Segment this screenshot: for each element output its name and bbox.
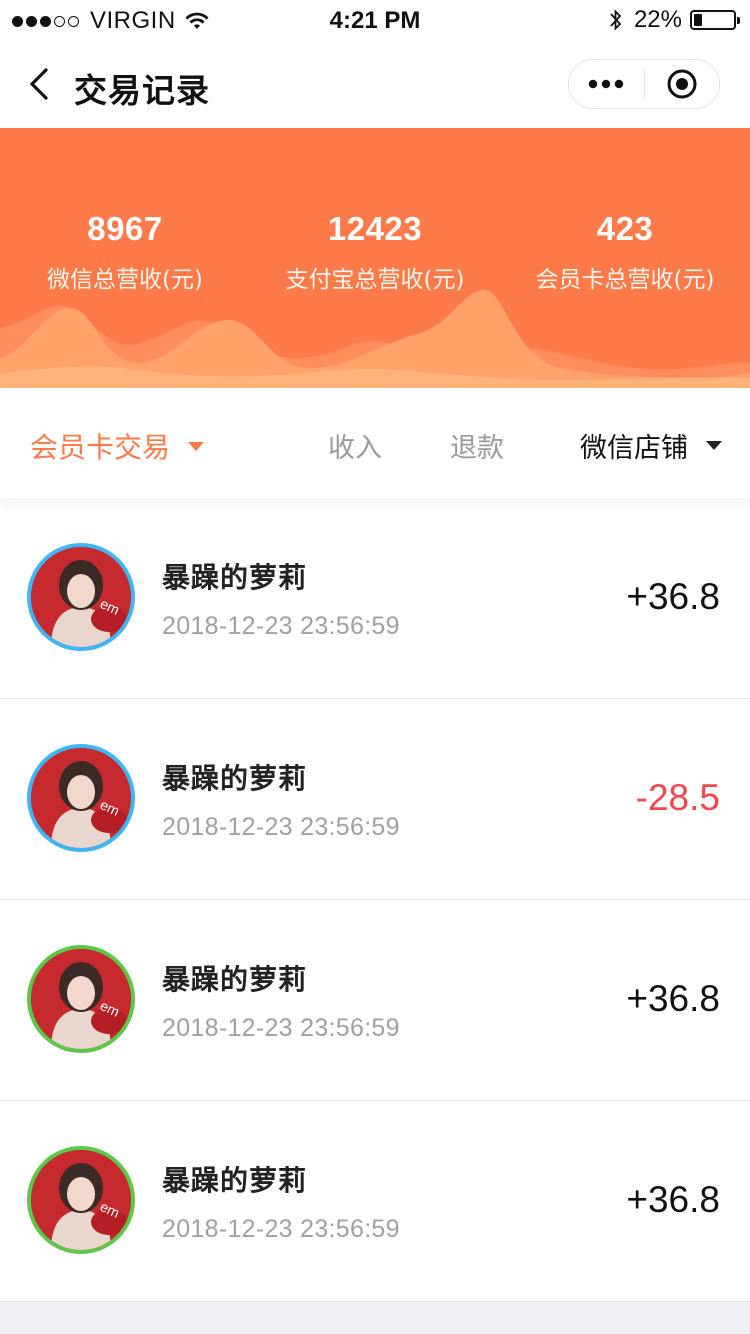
transaction-amount: +36.8 <box>626 576 720 617</box>
battery-icon <box>690 10 740 30</box>
more-dots-icon <box>589 79 624 89</box>
customer-name: 暴躁的萝莉 <box>162 561 308 594</box>
battery-percent: 22% <box>633 6 682 33</box>
transaction-row[interactable]: em 暴躁的萝莉 2018-12-23 23:56:59 +36.8 <box>0 1101 750 1302</box>
caret-down-icon <box>706 441 722 450</box>
bluetooth-icon <box>610 9 622 31</box>
transaction-type-label: 会员卡交易 <box>30 431 171 464</box>
transaction-amount: +36.8 <box>626 1179 720 1220</box>
stat-label: 会员卡总营收(元) <box>535 267 715 293</box>
more-button[interactable] <box>569 59 644 109</box>
transaction-time: 2018-12-23 23:56:59 <box>162 813 400 841</box>
stat-value: 12423 <box>327 210 423 247</box>
customer-name: 暴躁的萝莉 <box>162 963 308 996</box>
target-circle-icon <box>667 69 697 99</box>
avatar: em <box>27 744 135 852</box>
stat-label: 微信总营收(元) <box>47 267 203 293</box>
status-bar: VIRGIN 4:21 PM 22% <box>0 0 750 40</box>
stat-value: 423 <box>596 210 654 247</box>
transaction-time: 2018-12-23 23:56:59 <box>162 1014 400 1042</box>
caret-down-icon <box>188 441 205 451</box>
status-right: 22% <box>608 6 740 34</box>
transaction-time: 2018-12-23 23:56:59 <box>162 612 400 640</box>
transaction-row[interactable]: em 暴躁的萝莉 2018-12-23 23:56:59 +36.8 <box>0 498 750 699</box>
revenue-summary-banner: 8967 微信总营收(元) 12423 支付宝总营收(元) 423 会员卡总营收… <box>0 128 750 388</box>
tab-income[interactable]: 收入 <box>328 426 382 465</box>
customer-name: 暴躁的萝莉 <box>162 762 308 795</box>
customer-name: 暴躁的萝莉 <box>162 1164 308 1197</box>
avatar-image: em <box>31 949 131 1049</box>
nav-bar: 交易记录 <box>0 40 750 128</box>
filter-bar: 会员卡交易 收入 退款 微信店铺 <box>0 388 750 498</box>
transaction-row[interactable]: em 暴躁的萝莉 2018-12-23 23:56:59 -28.5 <box>0 699 750 900</box>
stat-label: 支付宝总营收(元) <box>285 267 465 293</box>
transaction-amount: +36.8 <box>626 978 720 1019</box>
mini-program-capsule <box>568 59 720 109</box>
avatar: em <box>27 1146 135 1254</box>
stat-wechat: 8967 微信总营收(元) <box>0 210 250 294</box>
transaction-amount: -28.5 <box>635 777 720 818</box>
stat-member-card: 423 会员卡总营收(元) <box>500 210 750 294</box>
avatar-image: em <box>31 748 131 848</box>
store-label: 微信店铺 <box>580 433 688 464</box>
revenue-stats: 8967 微信总营收(元) 12423 支付宝总营收(元) 423 会员卡总营收… <box>0 210 750 294</box>
avatar: em <box>27 543 135 651</box>
transaction-row[interactable]: em 暴躁的萝莉 2018-12-23 23:56:59 +36.8 <box>0 900 750 1101</box>
tab-refund[interactable]: 退款 <box>450 426 504 465</box>
transaction-list: em 暴躁的萝莉 2018-12-23 23:56:59 +36.8 em 暴躁… <box>0 498 750 1302</box>
chevron-left-icon <box>30 68 48 100</box>
stat-value: 8967 <box>87 210 163 247</box>
store-dropdown[interactable]: 微信店铺 <box>580 426 722 465</box>
avatar-image: em <box>31 1150 131 1250</box>
back-button[interactable] <box>22 64 62 104</box>
avatar-image: em <box>31 547 131 647</box>
battery-fill <box>694 14 702 26</box>
close-button[interactable] <box>645 59 720 109</box>
transaction-type-dropdown[interactable]: 会员卡交易 <box>30 426 205 466</box>
transaction-time: 2018-12-23 23:56:59 <box>162 1215 400 1243</box>
stat-alipay: 12423 支付宝总营收(元) <box>250 210 500 294</box>
avatar: em <box>27 945 135 1053</box>
page-title: 交易记录 <box>74 71 210 110</box>
